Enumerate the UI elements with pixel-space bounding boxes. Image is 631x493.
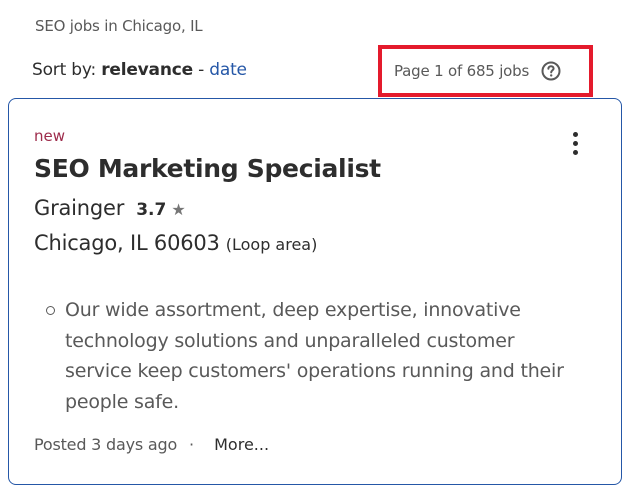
posted-date: Posted 3 days ago <box>34 435 178 454</box>
sort-label: Sort by: <box>32 60 102 80</box>
question-circle-icon[interactable] <box>540 60 562 82</box>
job-snippet: Our wide assortment, deep expertise, inn… <box>46 295 576 417</box>
location-row: Chicago, IL 60603 (Loop area) <box>34 231 317 255</box>
star-icon: ★ <box>171 200 186 219</box>
search-summary: SEO jobs in Chicago, IL <box>35 17 203 35</box>
job-title[interactable]: SEO Marketing Specialist <box>34 154 381 183</box>
kebab-dot <box>572 149 578 155</box>
job-footer: Posted 3 days ago · More... <box>34 435 269 454</box>
job-card[interactable]: new SEO Marketing Specialist Grainger 3.… <box>8 98 622 485</box>
sort-control: Sort by: relevance - date <box>32 60 247 80</box>
footer-separator: · <box>189 435 195 454</box>
new-badge: new <box>34 127 66 145</box>
more-link[interactable]: More... <box>214 435 269 454</box>
company-row: Grainger 3.7 ★ <box>34 196 186 220</box>
kebab-menu-icon[interactable] <box>564 125 586 161</box>
sort-separator: - <box>192 60 210 80</box>
kebab-dot <box>572 131 578 137</box>
job-search-page: SEO jobs in Chicago, IL Sort by: relevan… <box>0 0 631 493</box>
kebab-dot <box>572 140 578 146</box>
page-count-highlight: Page 1 of 685 jobs <box>378 45 593 97</box>
sort-relevance: relevance <box>101 60 193 80</box>
snippet-text: Our wide assortment, deep expertise, inn… <box>65 299 564 413</box>
bullet-icon <box>46 306 55 315</box>
company-name[interactable]: Grainger <box>34 196 124 220</box>
company-rating: 3.7 <box>136 200 167 220</box>
job-location: Chicago, IL 60603 <box>34 231 220 255</box>
page-count: Page 1 of 685 jobs <box>394 62 530 80</box>
sort-by-date-link[interactable]: date <box>209 60 247 80</box>
location-area: (Loop area) <box>225 235 318 254</box>
